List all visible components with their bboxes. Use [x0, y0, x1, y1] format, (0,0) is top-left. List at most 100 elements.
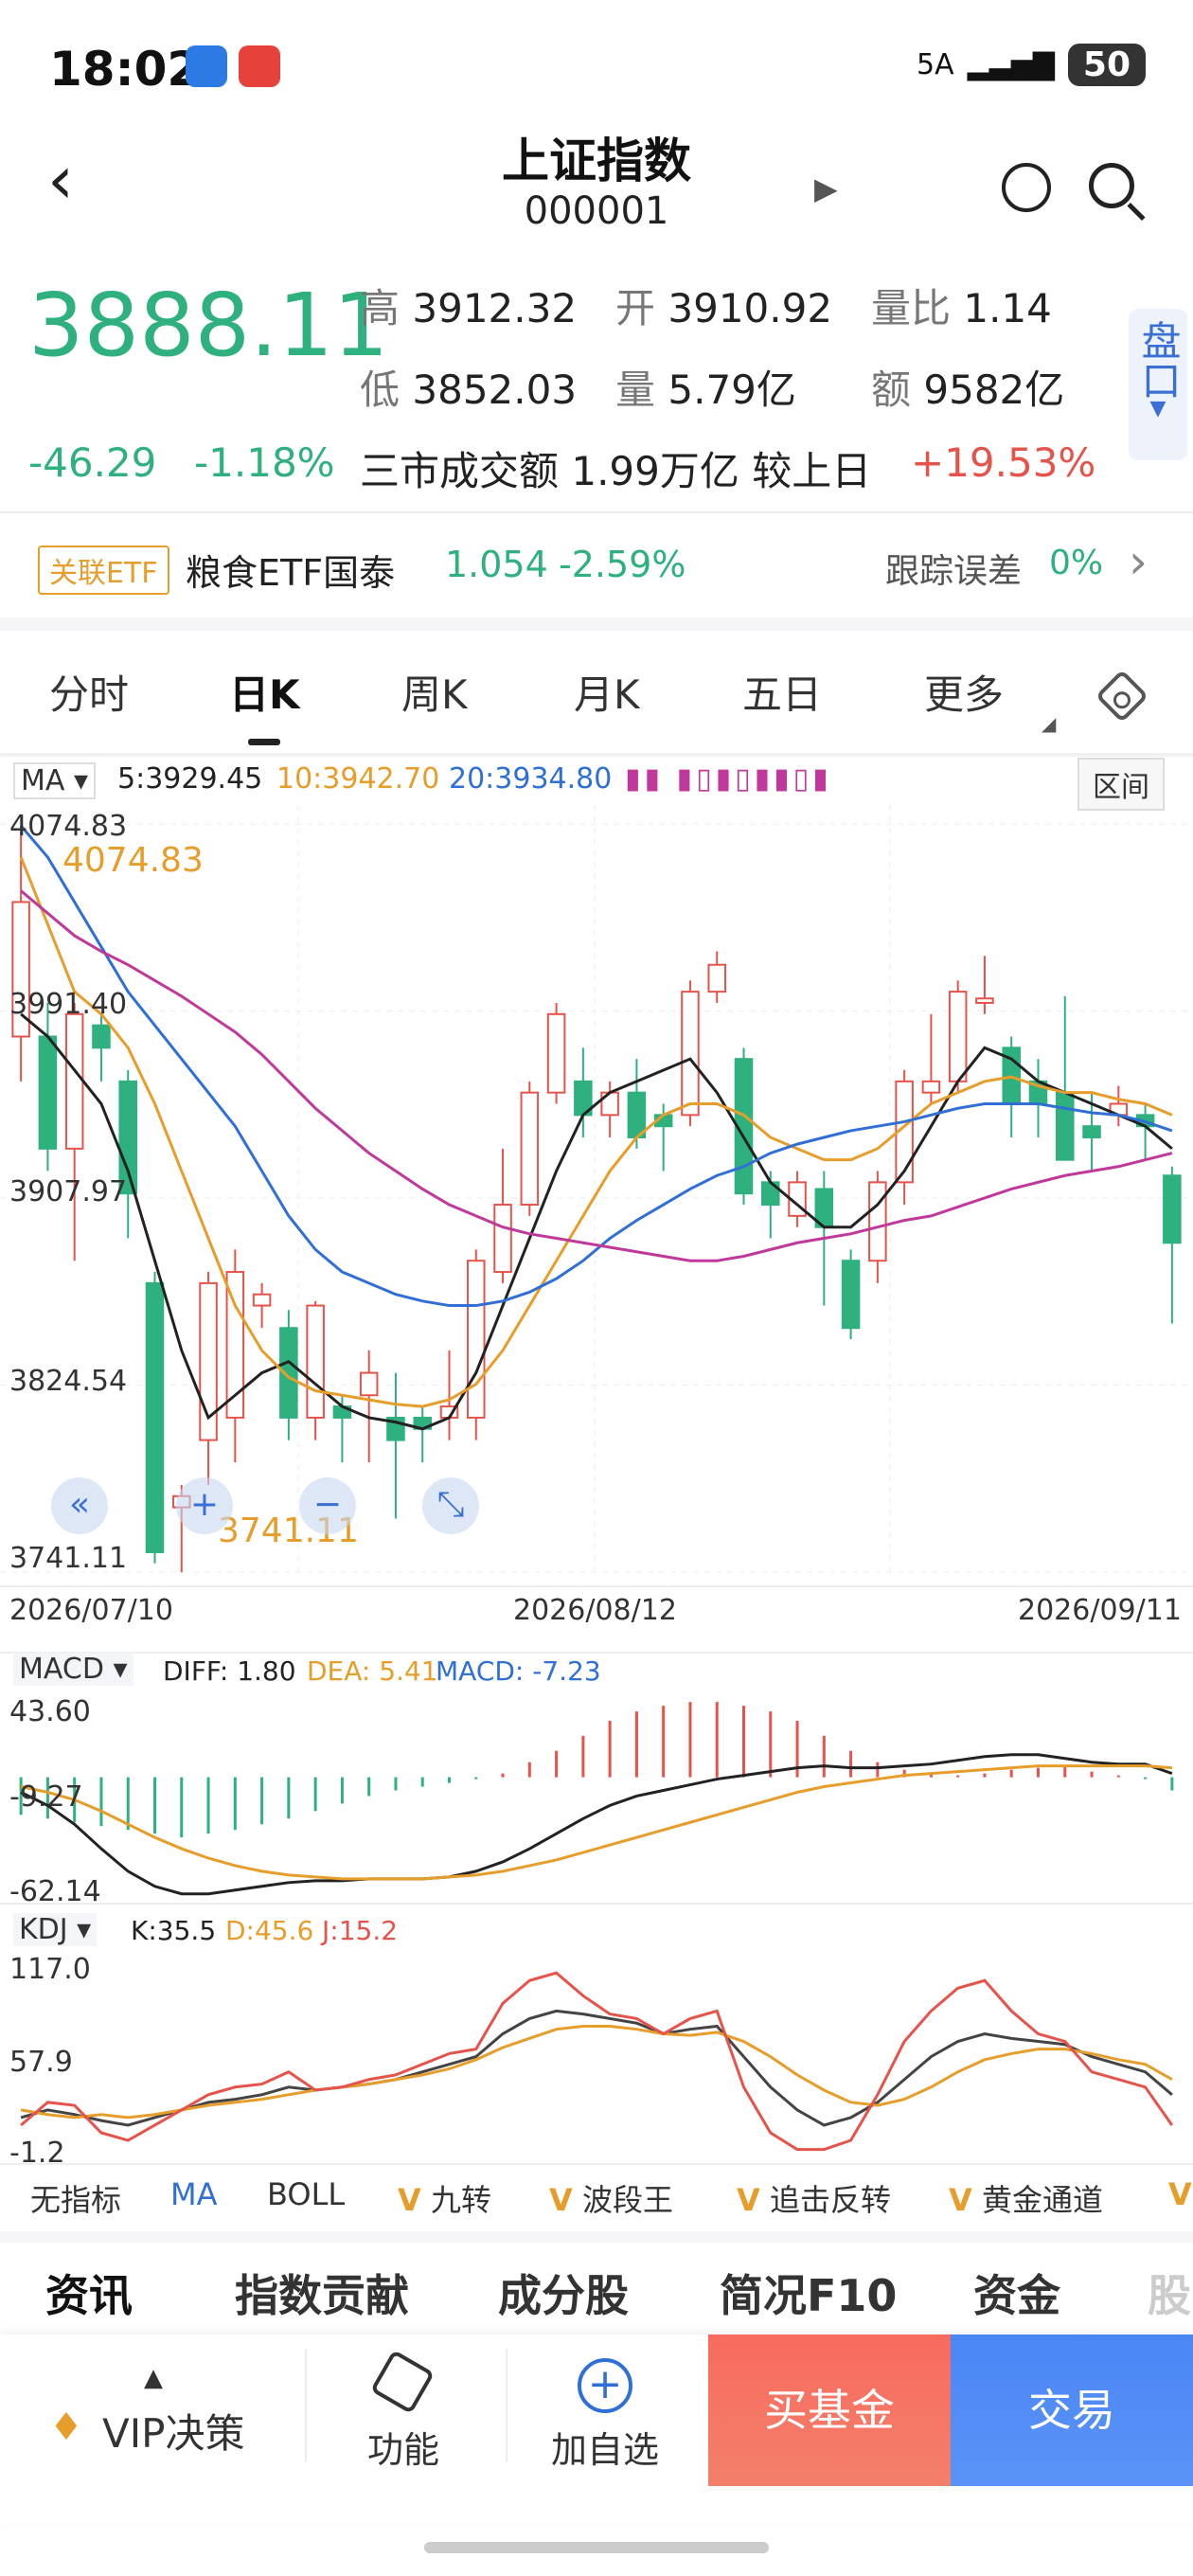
- indicator-more[interactable]: V: [1168, 2176, 1192, 2212]
- candle-body: [868, 1181, 887, 1262]
- tab-more[interactable]: 更多: [924, 663, 1004, 721]
- price-change-pct: -1.18%: [194, 439, 335, 486]
- y-tick-1: 4074.83: [9, 810, 128, 843]
- kdj-selector[interactable]: KDJ ▾: [13, 1913, 98, 1946]
- expand-up-icon[interactable]: ▲: [144, 2364, 163, 2392]
- tab-daily-k[interactable]: 日K: [229, 663, 300, 721]
- tab-monthly-k[interactable]: 月K: [574, 663, 640, 721]
- candle-body: [520, 1091, 540, 1207]
- candle-body: [145, 1281, 165, 1553]
- kdj-k-legend: K:35.5: [131, 1915, 217, 1946]
- indicator-ma[interactable]: MA: [170, 2176, 218, 2212]
- macd-selector[interactable]: MACD ▾: [13, 1653, 134, 1686]
- fullscreen-button[interactable]: ⤡: [422, 1477, 479, 1534]
- high-marker: 4074.83: [62, 841, 204, 880]
- buy-fund-button[interactable]: 买基金: [708, 2334, 951, 2486]
- market-turnover: 三市成交额 1.99万亿 较上日: [360, 448, 872, 494]
- kdj-j-line: [20, 1971, 1174, 2152]
- plus-circle-icon: +: [578, 2358, 632, 2413]
- low-quote: 低 3852.03: [360, 367, 578, 413]
- macd-value-legend: MACD: -7.23: [436, 1655, 601, 1687]
- candle-body: [948, 991, 968, 1082]
- settings-icon[interactable]: [1095, 669, 1149, 724]
- candle-body: [841, 1260, 861, 1330]
- kdj-y-1: 117.0: [9, 1953, 91, 1986]
- divider: [506, 2349, 507, 2462]
- candle-body: [252, 1293, 272, 1307]
- battery-icon: 50: [1067, 44, 1146, 86]
- vip-diamond-icon: ♦: [49, 2406, 83, 2449]
- candle-body: [1163, 1174, 1182, 1244]
- tab-news[interactable]: 资讯: [45, 2262, 133, 2324]
- x-tick-3: 2026/09/11: [1018, 1594, 1182, 1627]
- ma20-legend: 20:3934.80: [449, 762, 613, 796]
- x-tick-1: 2026/07/10: [9, 1594, 173, 1627]
- function-button[interactable]: 功能: [367, 2421, 439, 2473]
- high-quote: 高 3912.32: [360, 285, 578, 331]
- candle-body: [681, 991, 700, 1117]
- tab-index-contribution[interactable]: 指数贡献: [235, 2262, 409, 2324]
- indicator-huangjin[interactable]: V 黄金通道: [949, 2176, 1103, 2220]
- indicator-zhuiji[interactable]: V 追击反转: [737, 2176, 891, 2220]
- candle-body: [92, 1024, 111, 1049]
- tab-f10[interactable]: 简况F10: [720, 2262, 897, 2324]
- vip-decision-button[interactable]: VIP决策: [102, 2402, 244, 2460]
- indicator-none[interactable]: 无指标: [30, 2176, 121, 2220]
- chevron-right-icon[interactable]: ›: [1129, 534, 1148, 589]
- candle-body: [975, 997, 994, 1004]
- ma-line-20: [19, 824, 1173, 1308]
- candle-body: [64, 1012, 84, 1150]
- scroll-left-button[interactable]: «: [51, 1477, 108, 1534]
- macd-dea-legend: DEA: 5.41: [307, 1655, 438, 1687]
- ma10-legend: 10:3942.70: [276, 762, 440, 796]
- macd-y-1: 43.60: [9, 1695, 91, 1728]
- tab-active-indicator: [248, 739, 280, 745]
- candle-body: [38, 1035, 58, 1150]
- range-button[interactable]: 区间: [1077, 758, 1165, 811]
- volume-quote: 量 5.79亿: [615, 367, 796, 413]
- etf-price: 1.054: [445, 544, 548, 585]
- candle-body: [1056, 1091, 1075, 1161]
- tab-funds[interactable]: 资金: [973, 2262, 1060, 2324]
- indicator-jiuzhuan[interactable]: V 九转: [398, 2176, 491, 2220]
- tab-stocks[interactable]: 股: [1148, 2262, 1191, 2324]
- message-app-icon: [186, 45, 227, 87]
- status-time: 18:02: [49, 42, 201, 97]
- macd-dea-line: [20, 1764, 1172, 1881]
- tab-weekly-k[interactable]: 周K: [401, 663, 468, 721]
- tab-five-day[interactable]: 五日: [742, 663, 822, 721]
- kdj-j-legend: J:15.2: [322, 1915, 399, 1946]
- ma60-legend-blurred: ▮▮ ▮▯▮▯▮▮▯▮: [625, 762, 832, 796]
- ma-line-10: [19, 856, 1173, 1408]
- macd-y-3: -62.14: [9, 1875, 101, 1908]
- status-bar: 18:02 5A ▂▃▅▇ 50: [0, 0, 1193, 133]
- play-icon[interactable]: ▶: [814, 170, 838, 206]
- indicator-boll[interactable]: BOLL: [267, 2176, 345, 2212]
- divider: [305, 2349, 307, 2462]
- pankou-button[interactable]: 盘口 ▼: [1129, 309, 1187, 460]
- zoom-out-button[interactable]: −: [299, 1477, 356, 1534]
- tab-constituents[interactable]: 成分股: [498, 2262, 629, 2324]
- trade-button[interactable]: 交易: [951, 2334, 1193, 2486]
- x-tick-2: 2026/08/12: [513, 1594, 677, 1627]
- etf-change: -2.59%: [559, 544, 686, 585]
- indicator-boduanwang[interactable]: V 波段王: [549, 2176, 673, 2220]
- network-type: 5A: [916, 48, 954, 81]
- y-tick-3: 3907.97: [9, 1175, 128, 1208]
- etf-name: 粮食ETF国泰: [186, 552, 396, 594]
- tab-intraday[interactable]: 分时: [49, 663, 129, 721]
- zoom-in-button[interactable]: +: [176, 1477, 233, 1534]
- home-indicator[interactable]: [424, 2542, 769, 2553]
- etf-tag: 关联ETF: [38, 546, 169, 595]
- add-watchlist-button[interactable]: 加自选: [551, 2421, 659, 2473]
- candle-body: [921, 1080, 941, 1094]
- status-right: 5A ▂▃▅▇ 50: [917, 44, 1146, 86]
- y-tick-2: 3991.40: [9, 988, 128, 1021]
- track-error-label: 跟踪误差: [885, 552, 1023, 591]
- search-icon[interactable]: [1089, 163, 1134, 208]
- refresh-icon[interactable]: [1002, 163, 1051, 212]
- y-tick-5: 3741.11: [9, 1542, 128, 1575]
- ma-selector[interactable]: MA ▾: [13, 762, 97, 799]
- kline-chart-area[interactable]: [0, 805, 1193, 2169]
- candle-body: [306, 1304, 325, 1419]
